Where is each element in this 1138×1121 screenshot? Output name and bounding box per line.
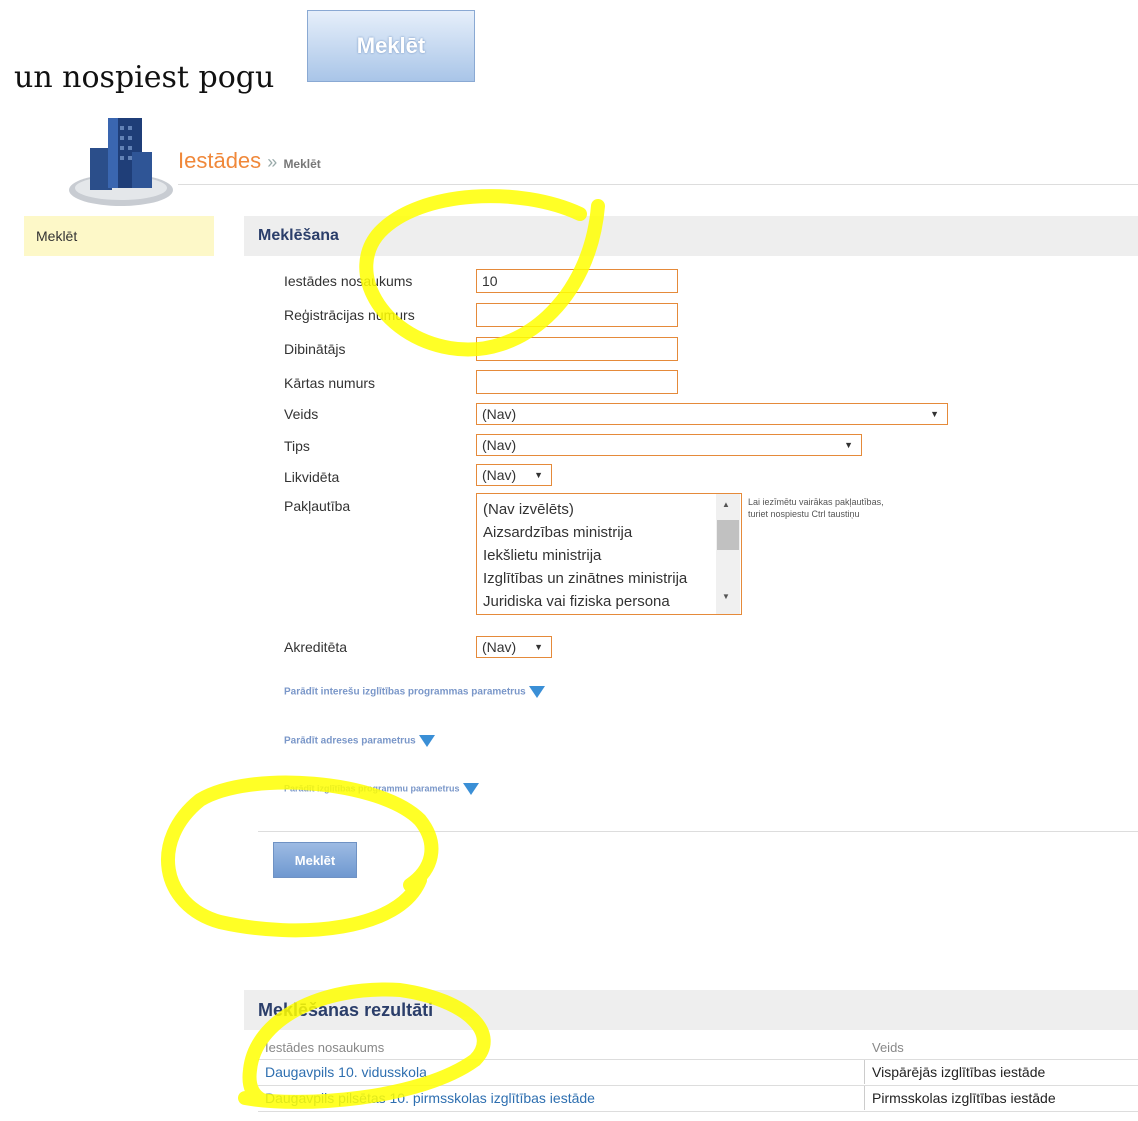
search-section-title: Meklēšana	[244, 216, 1138, 256]
listbox-option[interactable]: Izglītības un zinātnes ministrija	[483, 567, 741, 590]
column-separator	[864, 1086, 865, 1110]
result-link[interactable]: Daugavpils pilsētas 10. pirmsskolas izgl…	[265, 1090, 595, 1106]
result-kind: Vispārējās izglītības iestāde	[872, 1064, 1046, 1080]
scroll-up-icon[interactable]: ▲	[722, 500, 730, 509]
label-founder: Dibinātājs	[284, 341, 346, 357]
listbox-option[interactable]: Iekšlietu ministrija	[483, 544, 741, 567]
breadcrumb: Iestādes » Meklēt	[178, 148, 321, 174]
kind-select-value: (Nav)	[482, 406, 517, 422]
result-link[interactable]: Daugavpils 10. vidusskola	[265, 1064, 427, 1080]
listbox-option[interactable]: Aizsardzības ministrija	[483, 521, 741, 544]
hint-line: Lai iezīmētu vairākas pakļautības,	[748, 497, 884, 507]
label-order-number: Kārtas numurs	[284, 375, 376, 391]
toggle-label[interactable]: Parādīt interešu izglītības programmas p…	[284, 687, 526, 698]
dropdown-arrow-icon: ▼	[844, 440, 853, 450]
toggle-label[interactable]: Parādīt izglītības programmu parametrus	[284, 783, 460, 793]
dropdown-arrow-icon: ▼	[534, 642, 543, 652]
column-separator	[864, 1060, 865, 1084]
label-name: Iestādes nosaukums	[284, 273, 413, 289]
expand-triangle-icon[interactable]	[418, 735, 435, 747]
expand-triangle-icon[interactable]	[462, 783, 479, 795]
scroll-down-icon[interactable]: ▼	[722, 592, 730, 601]
sidebar-item-search[interactable]: Meklēt	[24, 216, 214, 256]
order-number-input[interactable]	[476, 370, 678, 394]
accredited-select-value: (Nav)	[482, 639, 517, 655]
label-subordination: Pakļautība	[284, 498, 351, 514]
name-input[interactable]: 10	[476, 269, 678, 293]
toggle-education-programs[interactable]: Parādīt izglītības programmu parametrus	[284, 783, 479, 795]
accredited-select[interactable]: (Nav) ▼	[476, 636, 552, 658]
row-divider	[258, 1111, 1138, 1112]
expand-triangle-icon[interactable]	[528, 686, 545, 698]
label-liquidated: Likvidēta	[284, 469, 340, 485]
kind-select[interactable]: (Nav) ▼	[476, 403, 948, 425]
label-reg-number: Reģistrācijas numurs	[284, 307, 415, 323]
scrollbar-thumb[interactable]	[717, 520, 739, 550]
results-title: Meklēšanas rezultāti	[244, 990, 1138, 1030]
subordination-hint: Lai iezīmētu vairākas pakļautības, turie…	[748, 496, 884, 520]
toggle-interest-programs[interactable]: Parādīt interešu izglītības programmas p…	[284, 686, 545, 698]
reg-number-input[interactable]	[476, 303, 678, 327]
dropdown-arrow-icon: ▼	[534, 470, 543, 480]
result-kind: Pirmsskolas izglītības iestāde	[872, 1090, 1056, 1106]
label-type: Tips	[284, 438, 310, 454]
subordination-listbox[interactable]: (Nav izvēlēts) Aizsardzības ministrija I…	[476, 493, 742, 615]
breadcrumb-separator: »	[267, 152, 278, 172]
header-divider	[178, 184, 1138, 185]
dropdown-arrow-icon: ▼	[930, 409, 939, 419]
row-divider	[258, 1085, 1138, 1086]
intro-search-button-image: Meklēt	[307, 10, 475, 82]
type-select-value: (Nav)	[482, 437, 517, 453]
column-header-kind[interactable]: Veids	[872, 1040, 904, 1055]
column-header-name[interactable]: Iestādes nosaukums	[265, 1040, 384, 1055]
breadcrumb-section[interactable]: Iestādes	[178, 148, 261, 173]
liquidated-select[interactable]: (Nav) ▼	[476, 464, 552, 486]
toggle-address[interactable]: Parādīt adreses parametrus	[284, 735, 435, 747]
liquidated-select-value: (Nav)	[482, 467, 517, 483]
search-button[interactable]: Meklēt	[273, 842, 357, 878]
breadcrumb-current: Meklēt	[283, 157, 321, 171]
label-accredited: Akreditēta	[284, 639, 348, 655]
label-kind: Veids	[284, 406, 319, 422]
toggle-label[interactable]: Parādīt adreses parametrus	[284, 736, 416, 747]
hint-line: turiet nospiestu Ctrl taustiņu	[748, 509, 860, 519]
founder-input[interactable]	[476, 337, 678, 361]
intro-text: un nospiest pogu	[14, 60, 275, 95]
listbox-option[interactable]: Juridiska vai fiziska persona	[483, 590, 741, 613]
form-divider	[258, 831, 1138, 832]
row-divider	[258, 1059, 1138, 1060]
type-select[interactable]: (Nav) ▼	[476, 434, 862, 456]
building-logo-icon	[69, 118, 173, 206]
listbox-option[interactable]: (Nav izvēlēts)	[483, 498, 741, 521]
